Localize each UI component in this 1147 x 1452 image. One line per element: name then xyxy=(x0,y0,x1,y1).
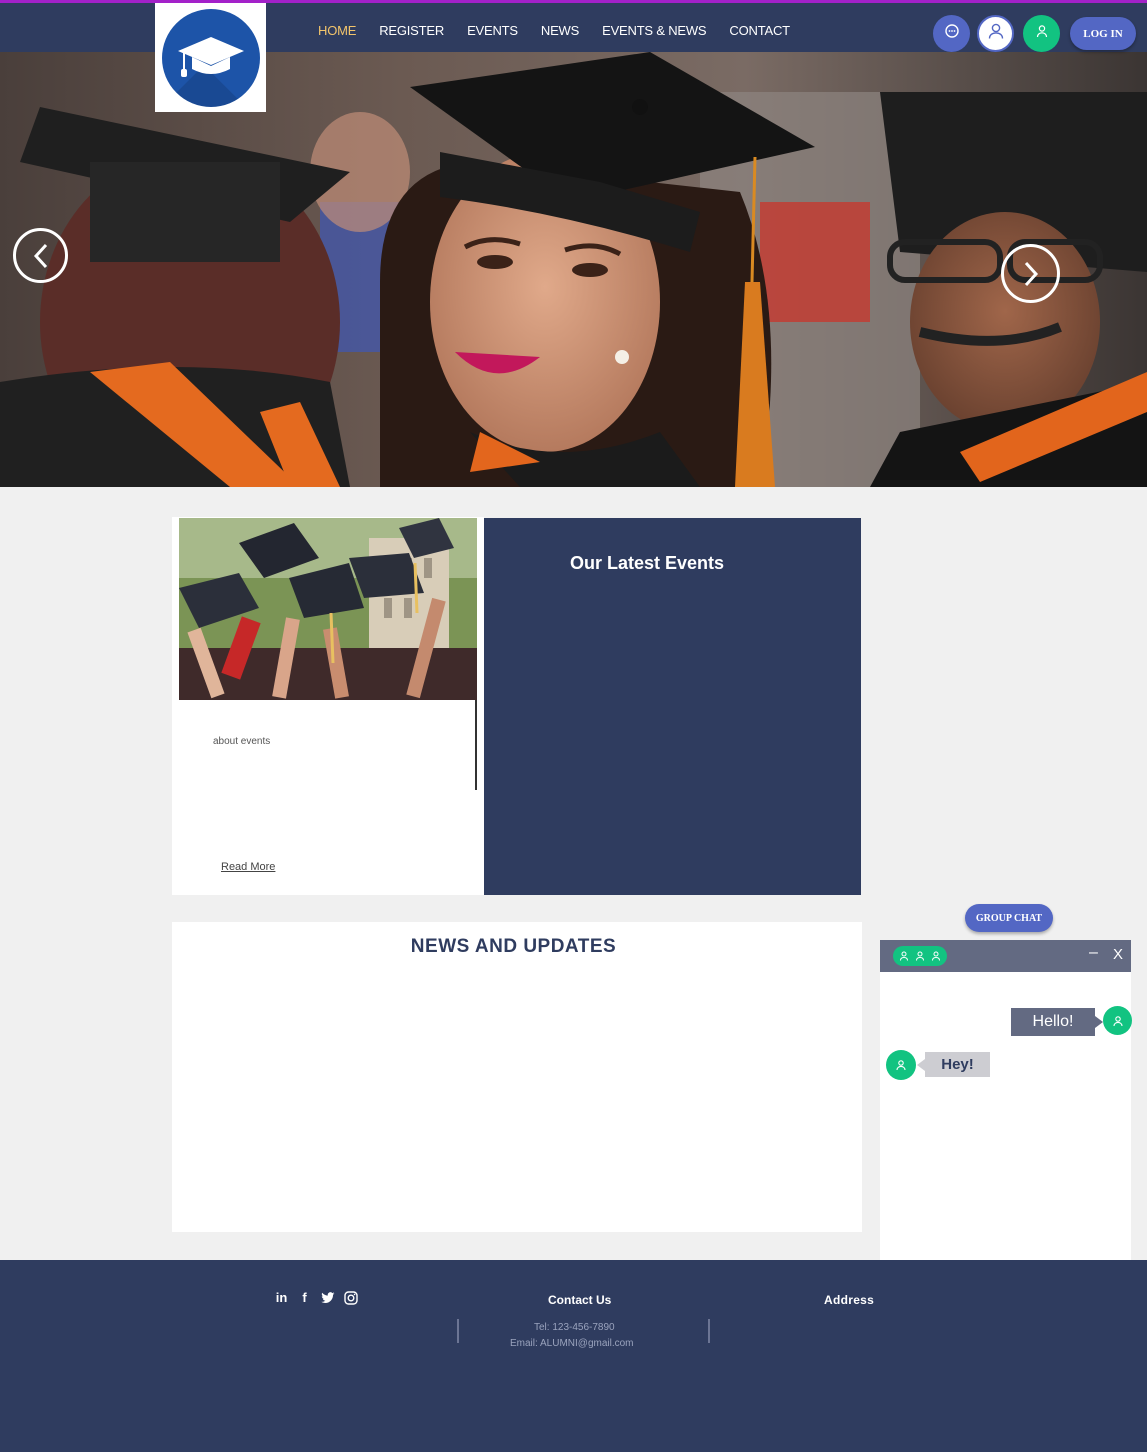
members-button[interactable] xyxy=(1023,15,1060,52)
site-logo[interactable] xyxy=(155,3,266,112)
user-icon xyxy=(987,22,1005,45)
latest-events-title: Our Latest Events xyxy=(569,553,725,573)
linkedin-icon[interactable]: in xyxy=(274,1290,289,1305)
prev-slide-button[interactable] xyxy=(13,228,68,283)
avatar xyxy=(1103,1006,1132,1035)
nav-register[interactable]: REGISTER xyxy=(379,23,444,38)
chat-icon xyxy=(944,23,960,44)
hero-image xyxy=(0,52,1147,487)
divider xyxy=(708,1319,710,1343)
chevron-right-icon xyxy=(1021,260,1041,288)
main-nav: HOME REGISTER EVENTS NEWS EVENTS & NEWS … xyxy=(318,23,813,38)
contact-us-heading: Contact Us xyxy=(548,1293,612,1307)
instagram-icon[interactable] xyxy=(343,1290,358,1305)
nav-contact[interactable]: CONTACT xyxy=(729,23,790,38)
contact-email[interactable]: Email: ALUMNI@gmail.com xyxy=(510,1338,634,1349)
graduation-caps-image xyxy=(179,518,477,700)
member-icon xyxy=(1035,24,1049,43)
nav-home[interactable]: HOME xyxy=(318,23,356,38)
chat-members-avatars[interactable] xyxy=(893,946,947,966)
close-chat-button[interactable]: X xyxy=(1113,946,1123,963)
profile-button[interactable] xyxy=(977,15,1014,52)
social-links: in f xyxy=(274,1290,358,1305)
news-panel: NEWS AND UPDATES xyxy=(172,922,862,1232)
hero-slider xyxy=(0,52,1147,487)
login-button[interactable]: LOG IN xyxy=(1070,17,1136,50)
chat-header: – X xyxy=(880,940,1131,972)
divider xyxy=(457,1319,459,1343)
member-icon xyxy=(932,951,940,961)
chat-button[interactable] xyxy=(933,15,970,52)
chat-message-outgoing: Hello! xyxy=(1011,1008,1103,1036)
chat-message-incoming: Hey! xyxy=(917,1052,990,1077)
nav-events[interactable]: EVENTS xyxy=(467,23,518,38)
address-heading: Address xyxy=(824,1293,875,1307)
chat-window: – X Hello! Hey! xyxy=(880,940,1132,1260)
twitter-icon[interactable] xyxy=(320,1290,335,1305)
nav-events-news[interactable]: EVENTS & NEWS xyxy=(602,23,707,38)
latest-events-panel: Our Latest Events xyxy=(484,518,861,895)
events-card: about events Read More xyxy=(172,517,484,895)
nav-news[interactable]: NEWS xyxy=(541,23,579,38)
divider xyxy=(475,700,477,790)
minimize-chat-button[interactable]: – xyxy=(1089,944,1098,962)
contact-phone: Tel: 123-456-7890 xyxy=(534,1322,615,1333)
avatar xyxy=(886,1050,916,1080)
next-slide-button[interactable] xyxy=(1001,244,1060,303)
read-more-link[interactable]: Read More xyxy=(221,861,275,873)
member-icon xyxy=(900,951,908,961)
site-footer: in f Contact Us Tel: 123-456-7890 Email:… xyxy=(0,1260,1147,1452)
news-title: NEWS AND UPDATES xyxy=(410,936,617,957)
group-chat-button[interactable]: GROUP CHAT xyxy=(965,904,1053,932)
member-icon xyxy=(916,951,924,961)
graduation-cap-icon xyxy=(161,8,260,107)
chevron-left-icon xyxy=(31,242,51,270)
about-events-text: about events xyxy=(213,736,271,747)
facebook-icon[interactable]: f xyxy=(297,1290,312,1305)
